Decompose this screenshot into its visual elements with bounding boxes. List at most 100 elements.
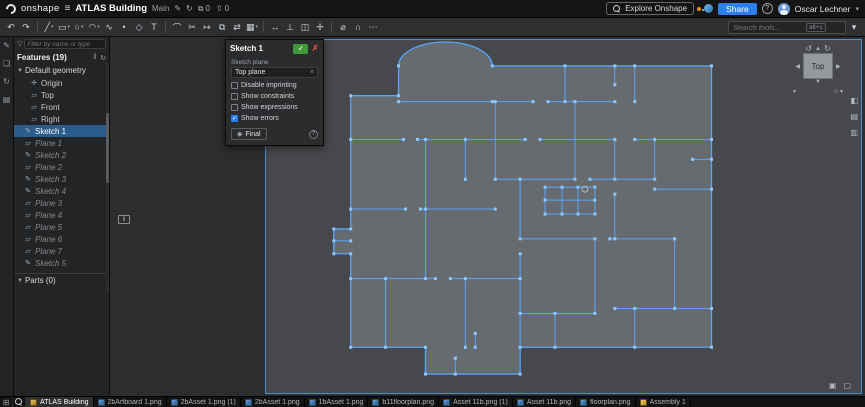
feature-item-sketch-3[interactable]: ✎ Sketch 3 [14,173,109,185]
accept-button[interactable]: ✓ [293,43,309,54]
notifications-badge[interactable]: ⇧ 0 [216,4,229,14]
tab-manager-icon[interactable]: ⊞ [0,397,13,407]
dropdown-caret-icon[interactable]: ▾ [256,24,259,30]
final-geometry-button[interactable]: ◆ Final [231,128,267,140]
tab-search-icon[interactable] [13,397,26,407]
transform-tool-icon[interactable]: ✛ [313,20,327,35]
feature-item-front[interactable]: ▱ Front [14,101,109,113]
feature-filter-input[interactable] [24,39,106,49]
fillet-tool-icon[interactable]: ⌒ [170,20,184,35]
intersect-tool-icon[interactable]: ∩ [351,20,365,35]
feature-item-origin[interactable]: ✛ Origin [14,77,109,89]
checkbox-show-constraints[interactable]: Show constraints [231,93,318,100]
offset-tool-icon[interactable]: ⧉ [215,20,229,35]
pattern-tool-icon[interactable]: ▦ ▾ [245,20,259,35]
project-tool-icon[interactable]: ◫ [298,20,312,35]
layers-view-icon[interactable]: ▤ [850,112,858,121]
history-icon[interactable]: ↻ [186,4,193,13]
text-tool-icon[interactable]: T [147,20,161,35]
dropdown-caret-icon[interactable]: ▾ [68,24,71,30]
share-button[interactable]: Share [718,2,757,15]
apps-icon[interactable] [704,4,714,13]
circle-tool-icon[interactable]: ○ ▾ [72,20,86,35]
dialog-title[interactable]: Sketch 1 [230,44,290,53]
search-tools-input[interactable] [733,22,803,32]
view-down-arrow-icon[interactable]: ▼ [815,79,821,85]
arc-tool-icon[interactable]: ◠ ▾ [87,20,101,35]
split-view-icon[interactable]: ◧ [850,96,858,105]
dimension-tool-icon[interactable]: ↔ [268,20,282,35]
feature-item-top[interactable]: ▱ Top [14,89,109,101]
line-tool-icon[interactable]: ╱ ▾ [42,20,56,35]
tab-atlas-building[interactable]: ATLAS Building [26,397,94,407]
versions-panel-icon[interactable]: ↻ [3,77,10,86]
user-avatar[interactable] [777,2,790,15]
undo-tool-icon[interactable]: ↶ [4,20,18,35]
more-tools-tool-icon[interactable]: ⋯ [366,20,380,35]
tab-b11floorplan-png[interactable]: b11floorplan.png [368,397,440,407]
sketch-plane-field[interactable]: Top plane × [231,67,318,78]
checkbox-disable-imprinting[interactable]: Disable imprinting [231,82,318,89]
spline-tool-icon[interactable]: ∿ [102,20,116,35]
feature-item-plane-3[interactable]: ▱ Plane 3 [14,197,109,209]
feature-item-plane-5[interactable]: ▱ Plane 5 [14,221,109,233]
scrollbar-thumb[interactable] [106,113,109,183]
sketch-viewport[interactable]: Sketch 1 ↺ ▲ ↻ ◀ Top ▶ ▼ [265,39,862,394]
feature-item-plane-6[interactable]: ▱ Plane 6 [14,233,109,245]
clear-selection-icon[interactable]: × [310,69,314,76]
feature-item-sketch-5[interactable]: ✎ Sketch 5 [14,257,109,269]
feature-item-sketch-4[interactable]: ✎ Sketch 4 [14,185,109,197]
rectangle-tool-icon[interactable]: ▭ ▾ [57,20,71,35]
sketch-panel-icon[interactable]: ✎ [3,41,10,50]
feature-item-plane-1[interactable]: ▱ Plane 1 [14,137,109,149]
rollback-history-icon[interactable]: ↻ [100,54,106,62]
edit-icon[interactable]: ✎ [174,4,181,13]
checkbox-show-errors[interactable]: ✓ Show errors [231,115,318,122]
fullscreen-icon[interactable]: ▢ [843,381,851,390]
dropdown-caret-icon[interactable]: ▾ [81,24,84,30]
view-up-arrow-icon[interactable]: ▲ [815,46,821,52]
grid-view-icon[interactable]: ▥ [850,128,858,137]
dropdown-caret-icon[interactable]: ▾ [51,24,54,30]
dialog-help-icon[interactable]: ? [309,129,318,139]
tab-assembly-1[interactable]: Assembly 1 [636,397,691,407]
view-menu-caret-icon[interactable]: ▾ [793,88,796,95]
parts-panel-icon[interactable]: ▤ [3,95,11,104]
tab-floorplan-png[interactable]: floorplan.png [576,397,636,407]
search-tools-box[interactable]: alt+c [728,20,846,34]
trim-tool-icon[interactable]: ✂ [185,20,199,35]
feature-item-sketch-1[interactable]: ✎ Sketch 1 [14,125,109,137]
polygon-tool-icon[interactable]: ◇ [132,20,146,35]
comments-badge[interactable]: ⧉ 0 [198,4,210,14]
user-menu-caret-icon[interactable]: ▾ [855,5,859,13]
tab-2basset-1-png-1[interactable]: 2bAsset 1.png (1) [167,397,241,407]
feature-item-plane-4[interactable]: ▱ Plane 4 [14,209,109,221]
extend-tool-icon[interactable]: ↦ [200,20,214,35]
cancel-button[interactable]: ✗ [311,43,319,54]
point-tool-icon[interactable]: • [117,20,131,35]
suppress-icon[interactable]: ‖ [93,54,96,62]
default-geometry-group[interactable]: ▼ Default geometry [14,64,109,77]
checkbox-show-expressions[interactable]: Show expressions [231,104,318,111]
tab-2basset-1-png[interactable]: 2bAsset 1.png [241,397,305,407]
help-icon[interactable]: ? [761,3,773,14]
mirror-tool-icon[interactable]: ⇄ [230,20,244,35]
view-cube-face[interactable]: Top [803,53,833,79]
workspace-label[interactable]: Main [152,4,169,13]
feature-item-plane-2[interactable]: ▱ Plane 2 [14,161,109,173]
constraint-tool-icon[interactable]: ⊥ [283,20,297,35]
toolbar-options-caret-icon[interactable]: ▾ [847,20,861,35]
view-left-arrow-icon[interactable]: ◀ [795,63,800,70]
feature-item-plane-7[interactable]: ▱ Plane 7 [14,245,109,257]
tab-1basset-1-png[interactable]: 1bAsset 1.png [305,397,369,407]
rollback-bar-icon[interactable]: ‖ [118,215,130,224]
rotate-cw-icon[interactable]: ↻ [824,44,831,53]
rotate-ccw-icon[interactable]: ↺ [805,44,812,53]
view-right-arrow-icon[interactable]: ▶ [836,63,841,70]
explore-onshape-button[interactable]: Explore Onshape [606,2,695,15]
main-menu-icon[interactable]: ≡ [65,3,71,14]
dropdown-caret-icon[interactable]: ▾ [97,24,100,30]
tab-2bartboard-1-png[interactable]: 2bArtboard 1.png [94,397,167,407]
redo-tool-icon[interactable]: ↷ [19,20,33,35]
tab-asset-11b-png[interactable]: Asset 11b.png [513,397,577,407]
